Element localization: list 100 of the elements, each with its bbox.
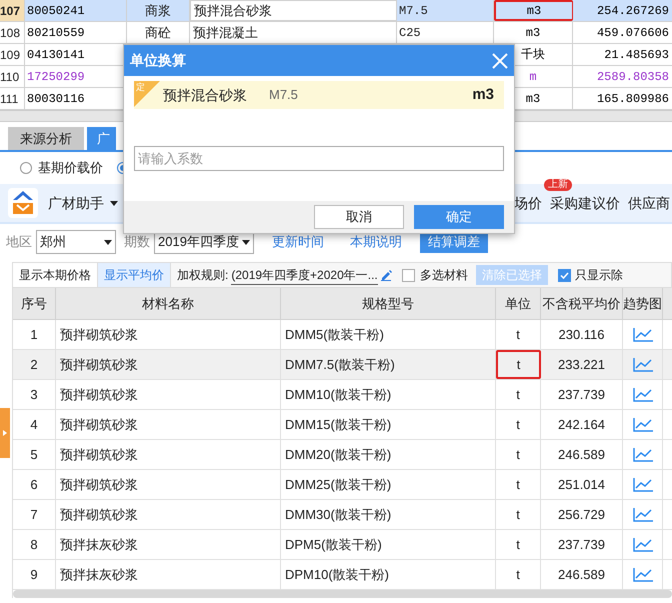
table-cell: 4 [13,410,56,439]
row-number: 111 [0,88,25,109]
table-row[interactable]: 1 预拌砌筑砂浆 DMM5(散装干粉) t 230.116 [13,320,672,350]
side-panel-handle[interactable] [0,408,10,458]
table-row[interactable]: 4 预拌砌筑砂浆 DMM15(散装干粉) t 242.164 [13,410,672,440]
caret-icon[interactable] [110,200,118,206]
table-cell: 预拌混凝土 [190,22,397,43]
table-cell: t [496,530,541,559]
table-cell: 预拌砌筑砂浆 [56,350,281,379]
column-header: 序号 [13,288,56,319]
table-cell: 80210559 [25,22,127,43]
table-cell: 预拌砌筑砂浆 [56,440,281,469]
table-cell: DPM10(散装干粉) [281,560,496,589]
tab[interactable]: 来源分析 [8,127,84,150]
table-row[interactable]: 2 预拌砌筑砂浆 DMM7.5(散装干粉) t 233.221 [13,350,672,380]
trend-chart-icon[interactable] [632,536,654,552]
toolbar-link[interactable]: 场价 [514,194,542,210]
trend-chart-icon[interactable] [632,446,654,462]
rule-value[interactable]: (2019年四季度+2020年一... [231,266,378,284]
trend-chart-icon[interactable] [632,386,654,402]
column-header: 单位 [496,288,541,319]
radio-button[interactable] [20,162,32,174]
dialog-button[interactable]: 取消 [314,205,404,229]
table-cell: 预拌砌筑砂浆 [56,500,281,529]
table-cell: 6 [13,470,56,499]
horizontal-scrollbar[interactable] [13,590,672,598]
table-cell: 7 [13,500,56,529]
column-header: 材料名称 [56,288,281,319]
table-cell-text: 459.076606 [596,24,670,42]
table-cell: 246.589 [541,440,623,469]
table-cell-text: 2589.80358 [596,68,670,86]
checkbox[interactable] [402,268,415,282]
table-cell: DMM15(散装干粉) [281,410,496,439]
table-cell: t [496,380,541,409]
table-cell: DMM7.5(散装干粉) [281,350,496,379]
column-header: 规格型号 [281,288,496,319]
row-number: 108 [0,22,25,43]
table-cell: DMM30(散装干粉) [281,500,496,529]
toolbar-link[interactable]: 供应商 [628,194,670,210]
table-cell: t [496,440,541,469]
trend-chart-icon[interactable] [632,356,654,372]
table-cell: 3 [13,380,56,409]
trend-chart-icon[interactable] [632,566,654,582]
table-row[interactable]: 6 预拌砌筑砂浆 DMM25(散装干粉) t 251.014 [13,470,672,500]
table-cell: t [496,560,541,589]
radio-label: 基期价载价 [38,159,103,178]
table-cell: 预拌抹灰砂浆 [56,530,281,559]
table-cell: 80050241 [25,0,127,21]
table-cell: DMM20(散装干粉) [281,440,496,469]
table-cell: 237.739 [541,530,623,559]
table-cell: DMM25(散装干粉) [281,470,496,499]
column-header: 趋势图 [623,288,663,319]
material-spec: M7.5 [269,86,298,104]
trend-chart-icon[interactable] [632,506,654,522]
pencil-icon[interactable] [380,269,392,281]
table-row[interactable]: 7 预拌砌筑砂浆 DMM30(散装干粉) t 256.729 [13,500,672,530]
rule-label: 加权规则: [177,267,228,284]
field-label: 期数 [124,233,150,252]
table-cell: t [496,350,541,379]
table-cell: C25 [397,22,494,43]
toolbar-link[interactable]: 采购建议价 [550,194,620,210]
table-cell: DPM5(散装干粉) [281,530,496,559]
table-row[interactable]: 8 预拌抹灰砂浆 DPM5(散装干粉) t 237.739 [13,530,672,560]
table-row[interactable]: 107 80050241 商浆 预拌混合砂浆 M7.5 m3 254.267269 [0,0,672,22]
row-number: 107 [0,0,25,21]
table-cell: 预拌砌筑砂浆 [56,410,281,439]
table-cell: DMM10(散装干粉) [281,380,496,409]
trend-chart-icon[interactable] [632,476,654,492]
caret-icon [104,240,112,244]
toolbar-title[interactable]: 广材助手 [48,192,104,214]
coefficient-input[interactable]: 请输入系数 [134,146,504,171]
dialog-title: 单位换算 [130,51,186,70]
table-cell: m3 [494,0,573,21]
trend-chart-icon[interactable] [632,326,654,342]
region-select[interactable]: 郑州 [36,230,116,254]
table-cell: 233.221 [541,350,623,379]
table-cell: 251.014 [541,470,623,499]
table-cell: 预拌混合砂浆 [190,0,397,21]
caret-icon [242,240,250,244]
table-row[interactable]: 5 预拌砌筑砂浆 DMM20(散装干粉) t 246.589 [13,440,672,470]
close-icon[interactable] [492,52,508,68]
trend-chart-icon[interactable] [632,416,654,432]
field-label: 地区 [6,233,32,252]
table-row[interactable]: 108 80210559 商砼 预拌混凝土 C25 m3 459.076606 [0,22,672,44]
table-cell: 2 [13,350,56,379]
table-cell: 预拌抹灰砂浆 [56,560,281,589]
table-cell: 242.164 [541,410,623,439]
logo-icon [8,188,38,218]
view-mode-tab[interactable]: 显示平均价 [98,263,171,287]
table-cell: M7.5 [397,0,494,21]
column-header: 不含税平均价 [541,288,623,319]
table-cell: t [496,320,541,349]
table-row[interactable]: 9 预拌抹灰砂浆 DPM10(散装干粉) t 246.589 [13,560,672,590]
checkbox[interactable] [558,268,571,282]
table-cell: t [496,470,541,499]
table-cell: t [496,500,541,529]
table-row[interactable]: 3 预拌砌筑砂浆 DMM10(散装干粉) t 237.739 [13,380,672,410]
table-cell: 237.739 [541,380,623,409]
table-cell: 230.116 [541,320,623,349]
view-mode-tab[interactable]: 显示本期价格 [13,263,98,287]
